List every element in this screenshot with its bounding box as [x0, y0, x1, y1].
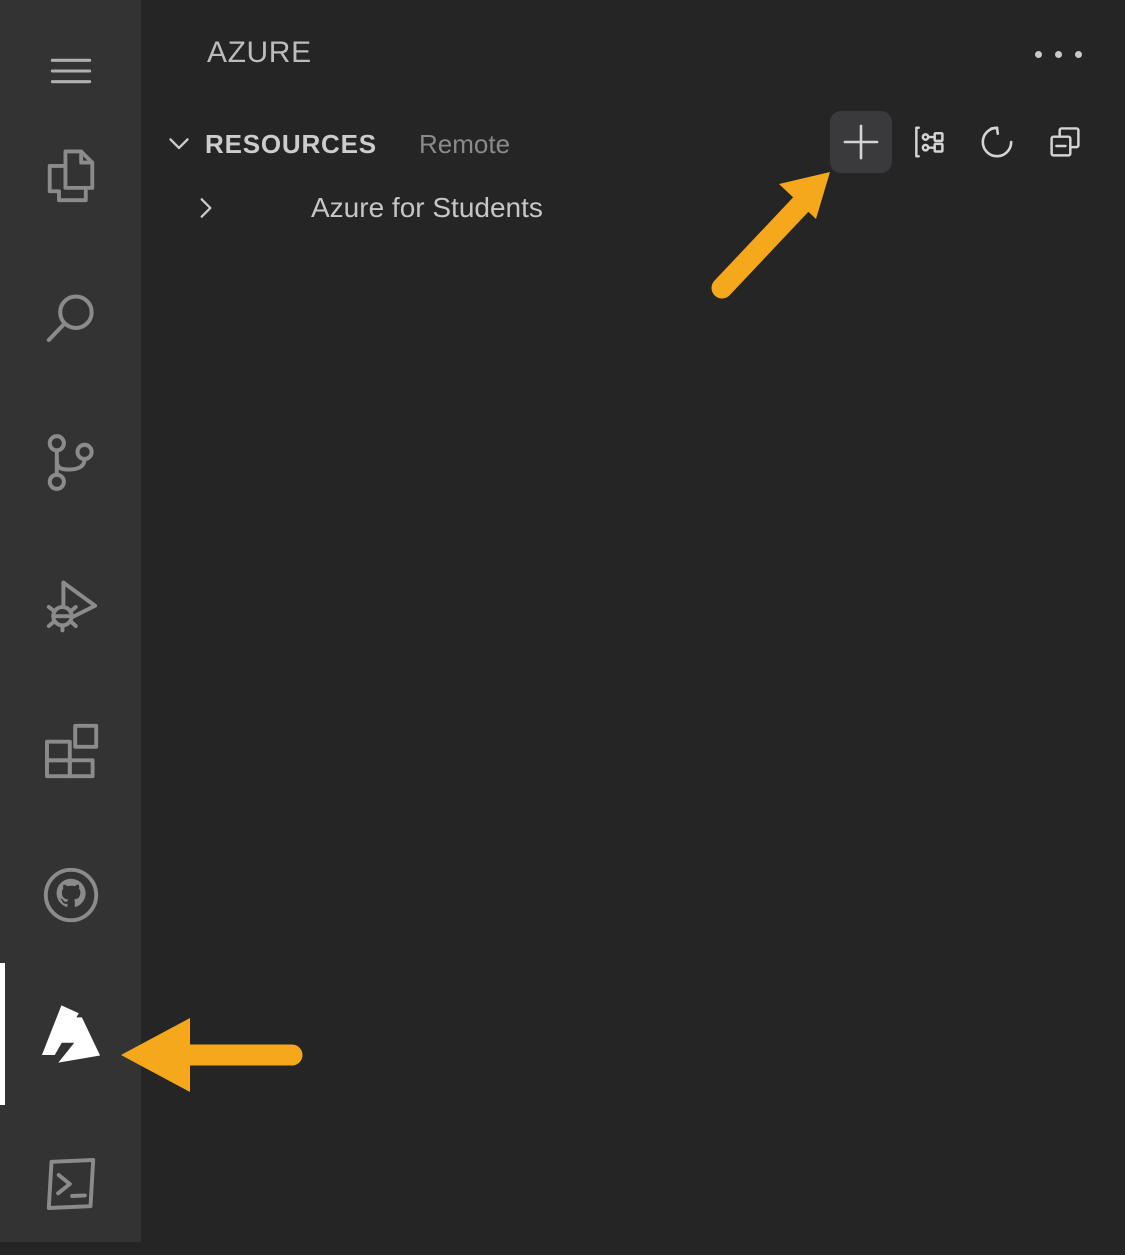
github-icon: [43, 867, 98, 923]
activity-item-run-debug[interactable]: [0, 536, 141, 678]
refresh-button[interactable]: [966, 111, 1028, 173]
terminal-icon: [46, 1158, 95, 1210]
activity-item-github[interactable]: [0, 824, 141, 966]
page-title: AZURE: [207, 36, 312, 69]
section-toolbar: [830, 107, 1096, 177]
create-resource-button[interactable]: [830, 111, 892, 173]
section-subtitle: Remote: [419, 129, 511, 159]
collapse-all-button[interactable]: [1034, 111, 1096, 173]
activity-item-terminal[interactable]: [0, 1113, 141, 1255]
azure-logo-icon: [41, 1005, 100, 1063]
files-icon: [47, 149, 94, 203]
activity-item-source-control[interactable]: [0, 392, 141, 534]
resources-tree: Azure for Students: [141, 177, 1125, 239]
activity-item-extensions[interactable]: [0, 680, 141, 822]
run-and-debug-icon: [46, 580, 97, 633]
resources-section-header[interactable]: RESOURCES Remote: [141, 107, 1125, 177]
ellipsis-icon: [1034, 50, 1082, 58]
hamburger-menu-icon: [50, 58, 91, 84]
chevron-down-icon[interactable]: [161, 125, 197, 161]
tree-item-azure-for-students[interactable]: Azure for Students: [141, 177, 1125, 239]
extensions-icon: [44, 723, 98, 779]
more-actions-button[interactable]: [1021, 27, 1095, 81]
activity-item-search[interactable]: [0, 248, 141, 390]
activity-bar: [0, 0, 141, 1242]
group-by-button[interactable]: [898, 111, 960, 173]
pane-title-bar: AZURE: [141, 0, 1125, 107]
source-control-icon: [47, 434, 94, 491]
search-icon: [46, 294, 94, 342]
section-title: RESOURCES: [205, 129, 377, 159]
azure-sidebar-pane: AZURE RESOURCES Remote Azure for Student…: [141, 0, 1125, 1242]
active-item-indicator: [0, 963, 5, 1105]
tree-item-label: Azure for Students: [311, 192, 543, 223]
chevron-right-icon[interactable]: [188, 191, 222, 225]
activity-item-explorer[interactable]: [0, 107, 141, 249]
activity-item-azure[interactable]: [0, 963, 141, 1105]
